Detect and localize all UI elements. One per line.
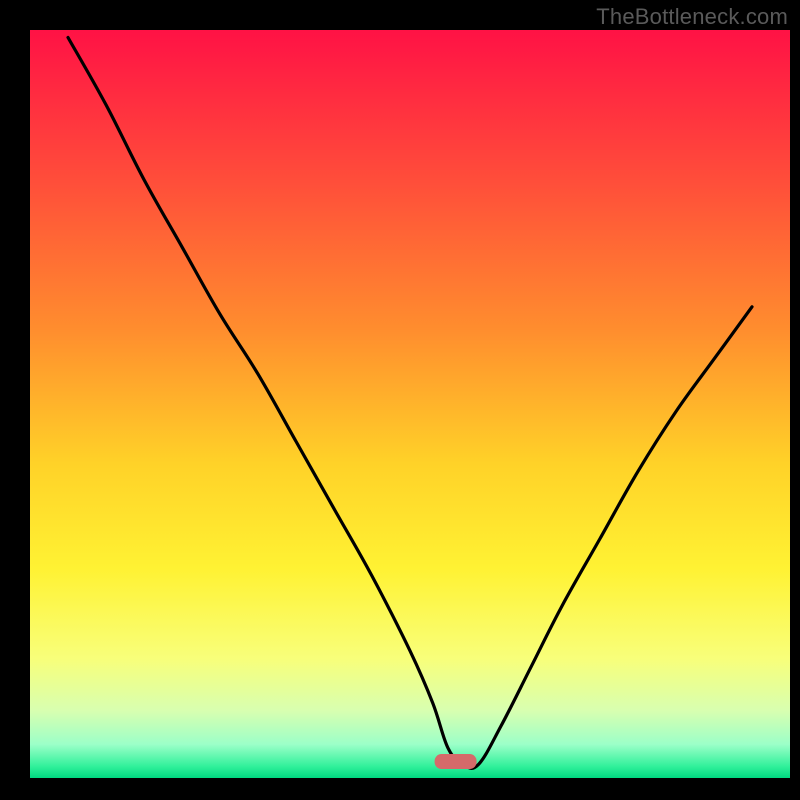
- watermark-label: TheBottleneck.com: [596, 4, 788, 30]
- chart-frame: TheBottleneck.com: [0, 0, 800, 800]
- bottleneck-chart: [0, 0, 800, 800]
- plot-background: [30, 30, 790, 778]
- optimal-marker: [435, 754, 477, 769]
